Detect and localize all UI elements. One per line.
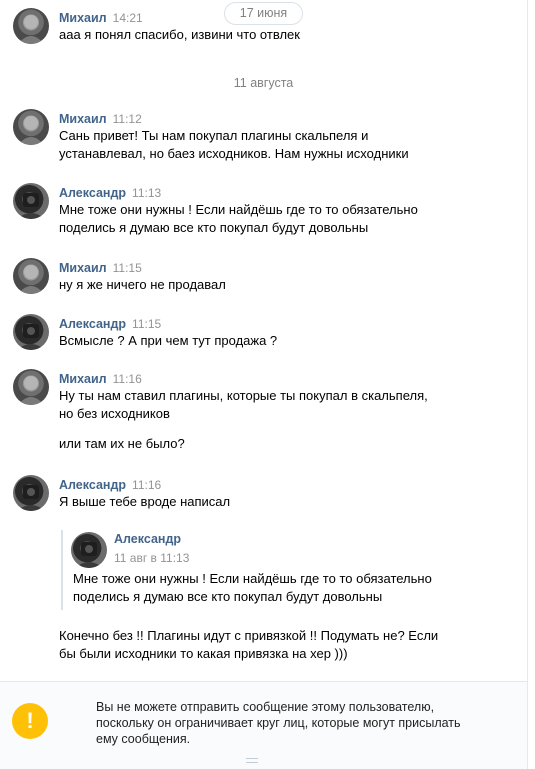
message-history: 17 июня Михаил 14:21 ааа я понял спасибо,… <box>0 0 527 680</box>
message-time[interactable]: 11:16 <box>113 372 142 386</box>
notice-text: поскольку он ограничивает круг лиц, кото… <box>96 716 461 730</box>
message-time[interactable]: 11:16 <box>132 478 161 492</box>
date-label: 11 августа <box>233 76 294 90</box>
quoted-author-name[interactable]: Александр <box>114 532 181 546</box>
quoted-text: поделись я думаю все кто покупал будут д… <box>73 589 383 604</box>
avatar[interactable] <box>71 532 107 568</box>
message-text: Ну ты нам ставил плагины, которые ты пок… <box>59 388 428 403</box>
author-name[interactable]: Михаил <box>59 112 107 126</box>
author-name[interactable]: Александр <box>59 317 126 331</box>
message-text: но без исходников <box>59 406 170 421</box>
message-time[interactable]: 14:21 <box>113 11 143 25</box>
avatar[interactable] <box>13 475 49 511</box>
notice-text: ему сообщения. <box>96 732 191 746</box>
blocked-notice: ! Вы не можете отправить сообщение этому… <box>0 681 527 769</box>
avatar[interactable] <box>13 183 49 219</box>
message-text: устанавлевал, но баез исходников. Нам ну… <box>59 146 409 161</box>
message-text: поделись я думаю все кто покупал будут д… <box>59 220 369 235</box>
author-name[interactable]: Александр <box>59 186 126 200</box>
scrollbar[interactable] <box>527 0 535 769</box>
author-name[interactable]: Александр <box>59 478 126 492</box>
quoted-date[interactable]: 11 авг в 11:13 <box>114 551 189 565</box>
avatar[interactable] <box>13 369 49 405</box>
avatar[interactable] <box>13 8 49 44</box>
warning-icon: ! <box>12 703 48 739</box>
message-time[interactable]: 11:13 <box>132 186 161 200</box>
message-text: Конечно без !! Плагины идут с привязкой … <box>59 628 439 643</box>
date-label: 17 июня <box>223 2 304 25</box>
message-text: или там их не было? <box>59 436 185 451</box>
avatar[interactable] <box>13 258 49 294</box>
notice-text: Вы не можете отправить сообщение этому п… <box>96 700 435 714</box>
author-name[interactable]: Михаил <box>59 11 107 25</box>
message-text: Мне тоже они нужны ! Если найдёшь где то… <box>59 202 418 217</box>
avatar[interactable] <box>13 109 49 145</box>
message-text: бы были исходники то какая привязка на х… <box>59 646 348 661</box>
message-time[interactable]: 11:12 <box>113 112 142 126</box>
message-text: Сань привет! Ты нам покупал плагины скал… <box>59 128 369 143</box>
date-separator: 11 августа <box>0 76 527 90</box>
message-text: ну я же ничего не продавал <box>59 277 226 292</box>
message-text: ааа я понял спасибо, извини что отвлек <box>59 27 300 42</box>
message-time[interactable]: 11:15 <box>113 261 142 275</box>
quoted-text: Мне тоже они нужны ! Если найдёшь где то… <box>73 571 432 586</box>
message-text: Всмысле ? А при чем тут продажа ? <box>59 333 278 348</box>
message-text: Я выше тебе вроде написал <box>59 494 231 509</box>
avatar[interactable] <box>13 314 49 350</box>
message-time[interactable]: 11:15 <box>132 317 161 331</box>
quoted-message[interactable]: Александр 11 авг в 11:13 Мне тоже они ну… <box>61 530 461 610</box>
author-name[interactable]: Михаил <box>59 261 107 275</box>
resize-handle[interactable] <box>246 758 258 763</box>
author-name[interactable]: Михаил <box>59 372 107 386</box>
